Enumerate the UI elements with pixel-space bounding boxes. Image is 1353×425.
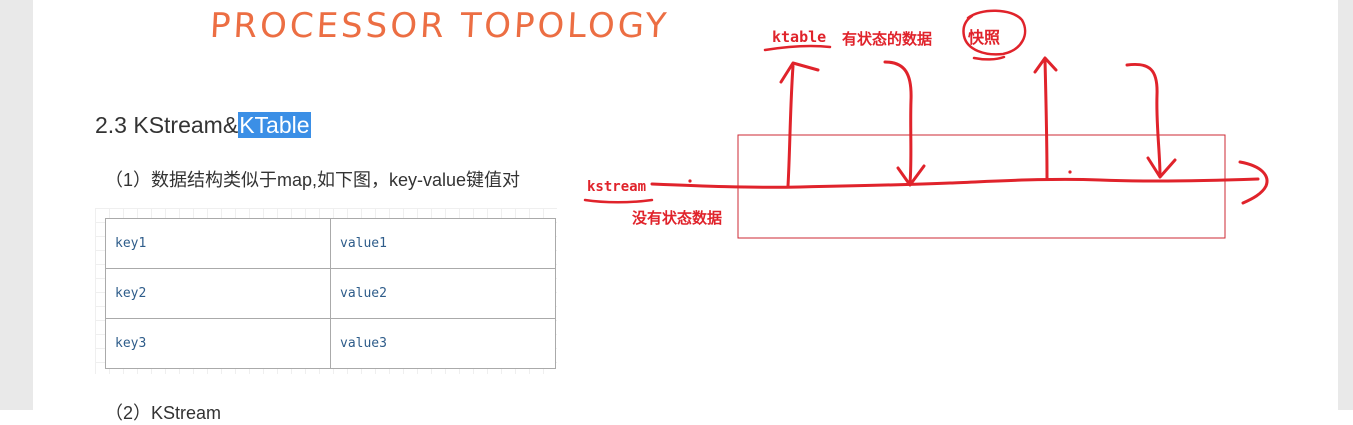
ktable-label: ktable xyxy=(772,28,827,46)
up-arrow-2 xyxy=(1043,58,1049,180)
snapshot-label: 快照 xyxy=(968,28,1001,47)
ktable-underline xyxy=(763,44,832,52)
snapshot-underline xyxy=(972,55,1006,61)
stream-timeline-line xyxy=(650,177,1260,189)
up-arrow-1-head xyxy=(779,61,820,84)
handwritten-annotation-sketch xyxy=(583,9,1269,239)
kstream-label: kstream xyxy=(587,179,647,195)
up-arrow-1 xyxy=(786,64,795,188)
ink-dot xyxy=(688,179,692,183)
down-arrow-2-head xyxy=(1146,156,1177,179)
down-arrow-2 xyxy=(1125,62,1162,178)
ink-dot xyxy=(1068,170,1072,174)
ktable-description: 有状态的数据 xyxy=(842,30,933,48)
down-arrow-1 xyxy=(883,60,913,185)
kstream-description: 没有状态数据 xyxy=(632,209,723,227)
kstream-underline xyxy=(583,198,654,204)
timeline-arrowhead xyxy=(1238,160,1269,205)
